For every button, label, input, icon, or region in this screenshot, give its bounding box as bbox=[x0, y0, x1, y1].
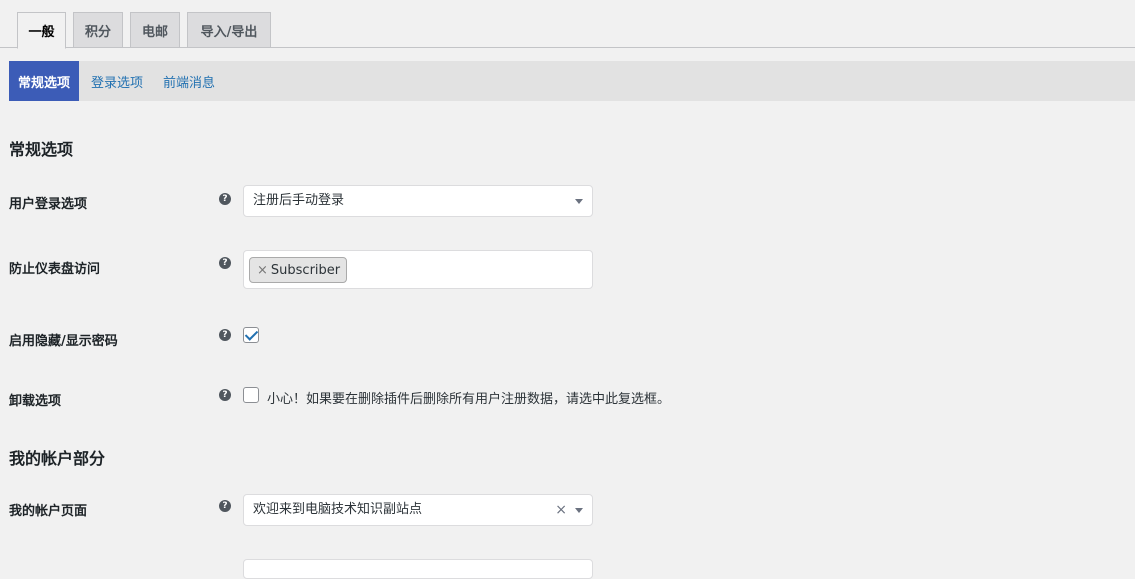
help-icon[interactable]: ? bbox=[219, 257, 231, 269]
tab-points[interactable]: 积分 bbox=[73, 12, 123, 48]
tab-general[interactable]: 一般 bbox=[17, 12, 66, 49]
subnav-general-options[interactable]: 常规选项 bbox=[9, 61, 80, 101]
login-option-label: 用户登录选项 bbox=[9, 197, 88, 212]
dashboard-block-label: 防止仪表盘访问 bbox=[9, 262, 101, 277]
uninstall-description: 小心！如果要在删除插件后删除所有用户注册数据，请选中此复选框。 bbox=[267, 392, 671, 407]
chevron-down-icon bbox=[575, 508, 583, 513]
subnav-login-options[interactable]: 登录选项 bbox=[91, 61, 143, 101]
clear-icon[interactable]: × bbox=[555, 495, 567, 526]
help-icon[interactable]: ? bbox=[219, 500, 231, 512]
login-option-value: 注册后手动登录 bbox=[253, 193, 345, 208]
role-chip-label: Subscriber bbox=[270, 262, 341, 278]
uninstall-label: 卸载选项 bbox=[9, 394, 62, 409]
dashboard-roles-select[interactable]: × Subscriber bbox=[243, 250, 593, 289]
login-option-select[interactable]: 注册后手动登录 bbox=[243, 185, 593, 217]
account-page-label: 我的帐户页面 bbox=[9, 504, 88, 519]
help-icon[interactable]: ? bbox=[219, 389, 231, 401]
tab-import-export[interactable]: 导入/导出 bbox=[187, 12, 271, 48]
help-icon[interactable]: ? bbox=[219, 329, 231, 341]
subnav-frontend-messages[interactable]: 前端消息 bbox=[163, 61, 215, 101]
section-title-account: 我的帐户部分 bbox=[9, 449, 106, 468]
tab-email[interactable]: 电邮 bbox=[130, 12, 180, 48]
show-password-checkbox[interactable] bbox=[243, 327, 259, 343]
sub-navigation: 常规选项 登录选项 前端消息 bbox=[9, 61, 1135, 101]
role-chip: × Subscriber bbox=[249, 257, 348, 283]
tab-bar: 一般 积分 电邮 导入/导出 bbox=[0, 0, 1135, 49]
next-field-input[interactable] bbox=[243, 559, 593, 579]
account-page-select[interactable]: 欢迎来到电脑技术知识副站点 × bbox=[243, 494, 593, 526]
chevron-down-icon bbox=[575, 199, 583, 204]
show-password-label: 启用隐藏/显示密码 bbox=[9, 334, 118, 349]
account-page-value: 欢迎来到电脑技术知识副站点 bbox=[253, 502, 423, 517]
uninstall-checkbox[interactable] bbox=[243, 387, 259, 403]
help-icon[interactable]: ? bbox=[219, 193, 231, 205]
section-title-general: 常规选项 bbox=[9, 140, 74, 159]
remove-chip-icon[interactable]: × bbox=[257, 263, 268, 278]
